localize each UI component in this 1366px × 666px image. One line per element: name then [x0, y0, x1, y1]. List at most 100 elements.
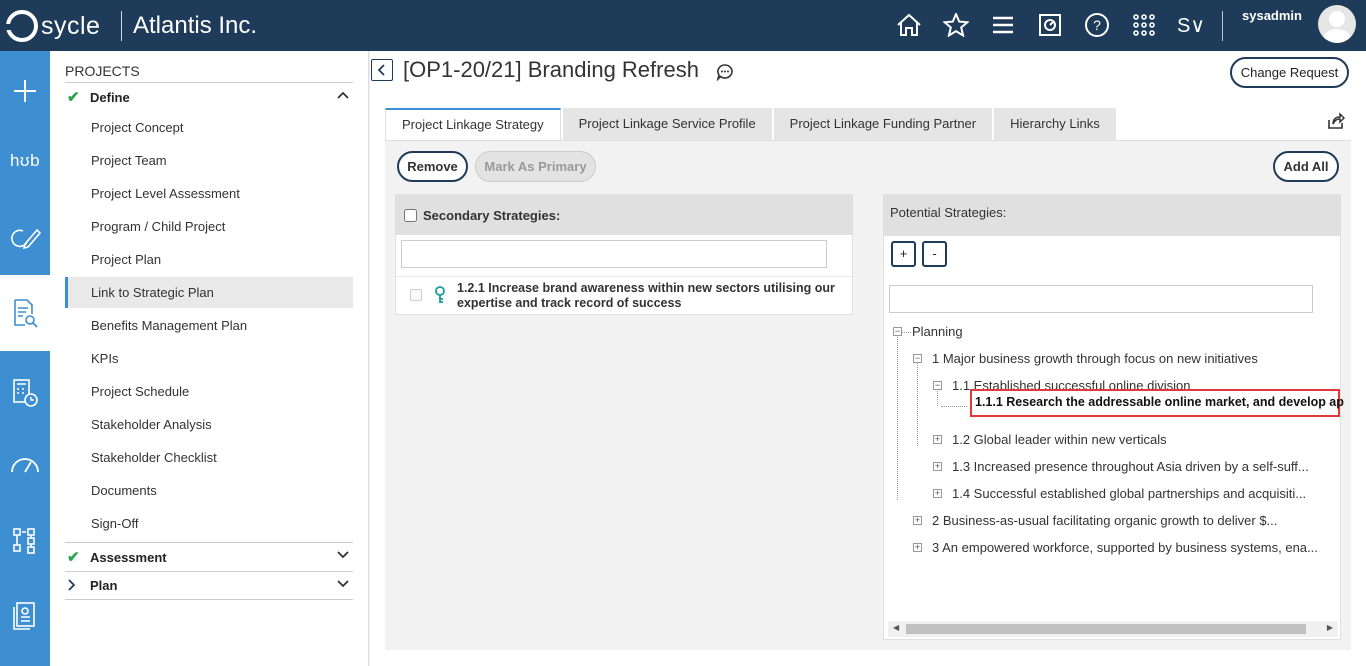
tree-line	[917, 359, 918, 446]
tree-line	[897, 332, 898, 500]
top-bar: sycle Atlantis Inc. ? S∨ sysadmin	[0, 0, 1366, 51]
item-checkbox[interactable]	[410, 289, 422, 301]
add-all-button[interactable]: Add All	[1273, 151, 1339, 182]
tree-node-1-3[interactable]: 1.3 Increased presence throughout Asia d…	[952, 457, 1309, 477]
secondary-header: Secondary Strategies:	[396, 195, 852, 235]
check-icon: ✔	[67, 549, 80, 566]
section-assessment[interactable]: ✔ Assessment	[65, 542, 353, 571]
tab-bar: Project Linkage Strategy Project Linkage…	[385, 108, 1118, 140]
section-label: Plan	[90, 578, 118, 593]
nav-item-program-child-project[interactable]: Program / Child Project	[65, 211, 353, 242]
star-icon[interactable]	[940, 10, 972, 40]
nav-item-stakeholder-analysis[interactable]: Stakeholder Analysis	[65, 409, 353, 440]
tree-node-2[interactable]: 2 Business-as-usual facilitating organic…	[932, 511, 1277, 531]
nav-item-project-team[interactable]: Project Team	[65, 145, 353, 176]
share-icon[interactable]	[1327, 112, 1346, 133]
report-icon[interactable]	[0, 588, 50, 644]
logo-ring-icon	[5, 10, 38, 42]
document-search-icon[interactable]	[0, 275, 50, 351]
potential-strategies-panel: Potential Strategies: + - − Planning − 1…	[883, 194, 1344, 640]
tree-node-1-1-1-selected[interactable]: 1.1.1 Research the addressable online ma…	[970, 389, 1344, 417]
nav-item-project-plan[interactable]: Project Plan	[65, 244, 353, 275]
tree-toggle-icon[interactable]: +	[933, 462, 942, 471]
tree-toggle-icon[interactable]: −	[933, 381, 942, 390]
avatar[interactable]	[1318, 5, 1356, 43]
chevron-down-icon	[337, 577, 349, 591]
username[interactable]: sysadmin	[1242, 8, 1302, 23]
check-icon: ✔	[67, 89, 80, 106]
list-item[interactable]: 1.2.1 Increase brand awareness within ne…	[396, 276, 852, 314]
top-divider-right	[1222, 11, 1223, 41]
mark-as-primary-button[interactable]: Mark As Primary	[475, 151, 596, 182]
tab-container: Project Linkage Strategy Project Linkage…	[385, 108, 1351, 650]
tab-body: Remove Mark As Primary Add All Secondary…	[385, 140, 1351, 650]
projects-title: PROJECTS	[65, 63, 140, 79]
nav-item-kpis[interactable]: KPIs	[65, 343, 353, 374]
potential-filter-input[interactable]	[889, 285, 1313, 313]
tab-hierarchy-links[interactable]: Hierarchy Links	[994, 108, 1116, 140]
apps-grid-icon[interactable]	[1128, 10, 1160, 40]
nav-item-project-level-assessment[interactable]: Project Level Assessment	[65, 178, 353, 209]
nav-item-documents[interactable]: Documents	[65, 475, 353, 506]
nav-item-project-concept[interactable]: Project Concept	[65, 112, 353, 143]
sycle-logo[interactable]: sycle	[5, 9, 101, 43]
nav-item-stakeholder-checklist[interactable]: Stakeholder Checklist	[65, 442, 353, 473]
menu-icon[interactable]	[987, 10, 1019, 40]
refresh-edit-icon[interactable]	[0, 210, 50, 266]
home-icon[interactable]	[893, 10, 925, 40]
change-request-button[interactable]: Change Request	[1230, 57, 1349, 88]
tab-project-linkage-service-profile[interactable]: Project Linkage Service Profile	[562, 108, 772, 140]
help-icon[interactable]: ?	[1081, 10, 1113, 40]
tree-line	[941, 406, 967, 407]
strategy-label: 1.2.1 Increase brand awareness within ne…	[457, 281, 835, 310]
add-icon[interactable]	[0, 63, 50, 119]
gauge-icon[interactable]	[0, 436, 50, 492]
tree-node-3[interactable]: 3 An empowered workforce, supported by b…	[932, 538, 1318, 558]
nav-item-project-schedule[interactable]: Project Schedule	[65, 376, 353, 407]
collapse-panel-button[interactable]	[371, 59, 393, 81]
calculator-clock-icon[interactable]	[0, 365, 50, 421]
horizontal-scrollbar[interactable]: ◀ ▶	[888, 621, 1338, 637]
chevron-up-icon	[337, 88, 349, 102]
tab-project-linkage-strategy[interactable]: Project Linkage Strategy	[385, 108, 561, 140]
section-plan[interactable]: Plan	[65, 571, 353, 600]
nav-item-link-to-strategic-plan[interactable]: Link to Strategic Plan	[65, 277, 353, 308]
tree-toggle-icon[interactable]: +	[913, 516, 922, 525]
nav-item-benefits-management-plan[interactable]: Benefits Management Plan	[65, 310, 353, 341]
main-area: [OP1-20/21] Branding Refresh Change Requ…	[370, 51, 1366, 666]
logo-text: sycle	[41, 11, 101, 40]
secondary-strategies-panel: Secondary Strategies: 1.2.1 Increase bra…	[395, 194, 853, 315]
remove-button[interactable]: Remove	[397, 151, 468, 182]
tree-toggle-icon[interactable]: +	[933, 489, 942, 498]
tree-toggle-icon[interactable]: −	[913, 354, 922, 363]
tree-toggle-icon[interactable]: +	[933, 435, 942, 444]
tree-node-1[interactable]: 1 Major business growth through focus on…	[932, 349, 1258, 369]
hierarchy-icon[interactable]	[0, 513, 50, 569]
scroll-left-icon[interactable]: ◀	[893, 623, 899, 632]
dashboard-icon[interactable]	[1034, 10, 1066, 40]
signature-icon[interactable]: S∨	[1175, 10, 1207, 40]
tree-node-planning[interactable]: Planning	[912, 322, 963, 342]
projects-panel: PROJECTS ✔ Define Project Concept Projec…	[50, 51, 369, 666]
select-all-checkbox[interactable]	[404, 208, 417, 222]
collapse-all-button[interactable]: -	[922, 241, 947, 267]
tree-toggle-icon[interactable]: −	[893, 327, 902, 336]
section-label: Define	[90, 89, 130, 105]
secondary-filter-input[interactable]	[401, 240, 827, 268]
section-define[interactable]: ✔ Define	[65, 82, 353, 111]
nav-item-sign-off[interactable]: Sign-Off	[65, 508, 353, 539]
tree-toggle-icon[interactable]: +	[913, 543, 922, 552]
svg-text:?: ?	[1093, 17, 1101, 33]
tab-project-linkage-funding-partner[interactable]: Project Linkage Funding Partner	[773, 108, 993, 140]
tree-node-1-4[interactable]: 1.4 Successful established global partne…	[952, 484, 1306, 504]
tree-node-1-2[interactable]: 1.2 Global leader within new verticals	[952, 430, 1167, 450]
hub-button[interactable]: hʊb	[0, 133, 50, 189]
section-label: Assessment	[90, 549, 167, 565]
expand-all-button[interactable]: +	[891, 241, 916, 267]
scrollbar-thumb[interactable]	[906, 624, 1306, 634]
scroll-right-icon[interactable]: ▶	[1327, 623, 1333, 632]
tree-node-label: 1.1.1 Research the addressable online ma…	[975, 395, 1344, 409]
tree-line	[901, 332, 911, 333]
comment-icon[interactable]	[716, 63, 734, 84]
page-title: [OP1-20/21] Branding Refresh	[403, 57, 699, 82]
